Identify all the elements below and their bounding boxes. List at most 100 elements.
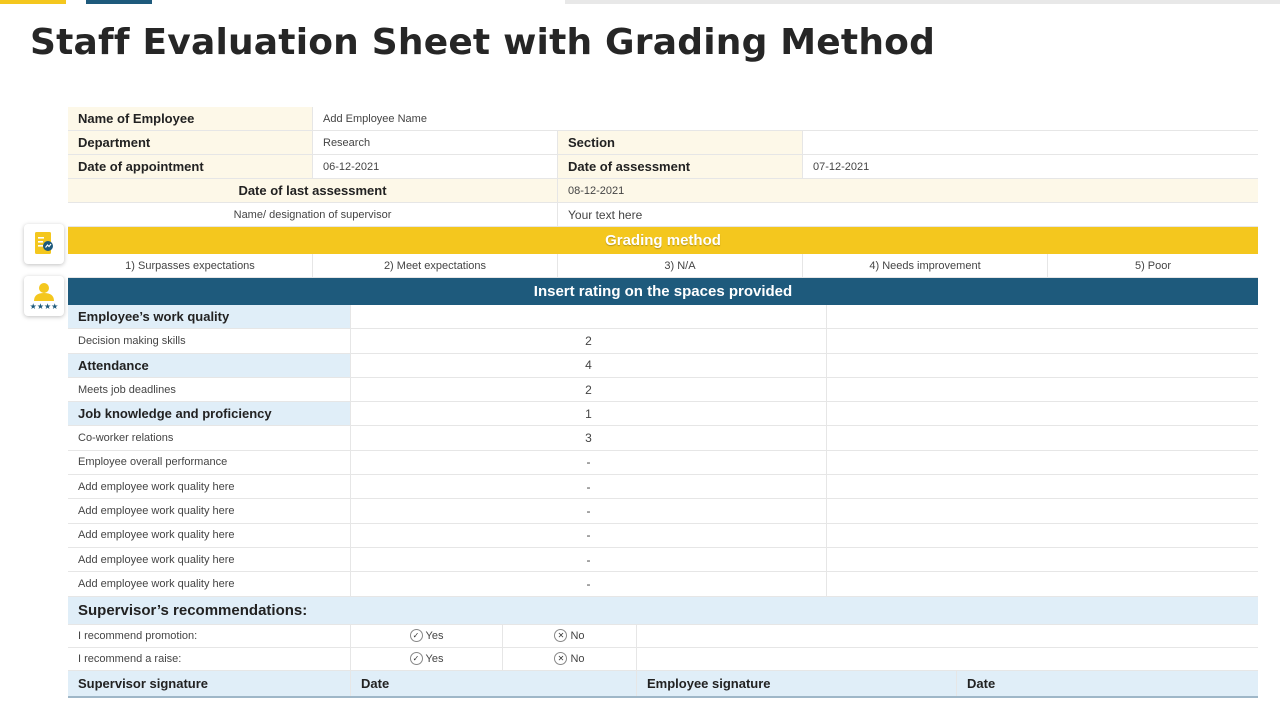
raise-no-option[interactable]: ✕ No <box>503 647 637 670</box>
rating-value-field[interactable]: 4 <box>351 353 827 377</box>
dates-row: Date of appointment 06-12-2021 Date of a… <box>68 155 1258 179</box>
promotion-notes <box>637 625 1258 647</box>
supervisor-field[interactable]: Your text here <box>558 203 1258 226</box>
rating-comment-field[interactable] <box>827 548 1258 571</box>
grading-method-header: Grading method <box>68 227 1258 254</box>
supervisor-date-field[interactable]: Date <box>351 670 637 696</box>
department-field[interactable]: Research <box>313 131 558 154</box>
grading-level: 2) Meet expectations <box>313 254 558 277</box>
evaluation-sheet: Name of Employee Add Employee Name Depar… <box>68 107 1258 698</box>
section-field[interactable] <box>803 131 1258 154</box>
last-assessment-field[interactable]: 08-12-2021 <box>558 179 1258 202</box>
page-title: Staff Evaluation Sheet with Grading Meth… <box>30 22 936 63</box>
signature-row: Supervisor signature Date Employee signa… <box>68 670 1258 698</box>
raise-label: I recommend a raise: <box>68 647 351 670</box>
rating-criterion: Add employee work quality here <box>68 499 351 523</box>
accent-bar-navy <box>86 0 152 4</box>
rating-comment-field[interactable] <box>827 426 1258 449</box>
rating-comment-field[interactable] <box>827 499 1258 522</box>
yes-label: Yes <box>425 652 444 665</box>
employee-name-row: Name of Employee Add Employee Name <box>68 107 1258 131</box>
rating-row: Add employee work quality here - <box>68 499 1258 524</box>
rating-criterion: Job knowledge and proficiency <box>68 402 351 426</box>
rating-criterion: Add employee work quality here <box>68 523 351 547</box>
department-label: Department <box>68 131 313 154</box>
employee-name-label: Name of Employee <box>68 107 313 130</box>
accent-bar-gray <box>565 0 1280 4</box>
rating-comment-field[interactable] <box>827 305 1258 328</box>
yes-label: Yes <box>425 629 444 642</box>
employee-name-field[interactable]: Add Employee Name <box>313 107 1258 130</box>
rating-criterion: Add employee work quality here <box>68 572 351 596</box>
rating-criterion: Co-worker relations <box>68 426 351 450</box>
recommendations-row: Supervisor’s recommendations: <box>68 596 1258 625</box>
rating-comment-field[interactable] <box>827 354 1258 377</box>
grading-level: 1) Surpasses expectations <box>68 254 313 277</box>
rating-criterion: Employee overall performance <box>68 450 351 475</box>
document-chart-icon <box>24 224 64 264</box>
rating-value-field[interactable]: - <box>351 547 827 572</box>
rating-comment-field[interactable] <box>827 451 1258 474</box>
rating-comment-field[interactable] <box>827 329 1258 352</box>
rating-value-field[interactable]: - <box>351 450 827 475</box>
rating-comment-field[interactable] <box>827 475 1258 498</box>
rating-value-field[interactable]: - <box>351 523 827 547</box>
rating-comment-field[interactable] <box>827 378 1258 401</box>
rating-value-field[interactable]: 1 <box>351 402 827 426</box>
rating-row: Add employee work quality here - <box>68 523 1258 548</box>
ratings-header: Insert rating on the spaces provided <box>68 278 1258 305</box>
rating-row: Decision making skills 2 <box>68 329 1258 354</box>
grading-level: 4) Needs improvement <box>803 254 1048 277</box>
rating-value-field[interactable]: - <box>351 475 827 499</box>
raise-row: I recommend a raise: ✓ Yes ✕ No <box>68 647 1258 671</box>
svg-text:★★★★: ★★★★ <box>30 302 58 311</box>
rating-row: Employee’s work quality <box>68 305 1258 330</box>
rating-comment-field[interactable] <box>827 572 1258 595</box>
rating-row: Attendance 4 <box>68 353 1258 378</box>
rating-row: Employee overall performance - <box>68 450 1258 476</box>
promotion-row: I recommend promotion: ✓ Yes ✕ No <box>68 624 1258 648</box>
no-label: No <box>570 652 585 665</box>
cross-icon: ✕ <box>554 652 568 666</box>
rating-row: Job knowledge and proficiency 1 <box>68 402 1258 427</box>
promotion-yes-option[interactable]: ✓ Yes <box>351 624 503 647</box>
section-label: Section <box>558 131 803 154</box>
rating-criterion: Attendance <box>68 353 351 377</box>
employee-signature-field[interactable]: Employee signature <box>637 670 957 696</box>
rating-value-field[interactable]: - <box>351 499 827 523</box>
promotion-label: I recommend promotion: <box>68 624 351 647</box>
assessment-date-field[interactable]: 07-12-2021 <box>803 155 1258 178</box>
employee-date-field[interactable]: Date <box>957 671 1258 696</box>
rating-criterion: Add employee work quality here <box>68 475 351 499</box>
rating-row: Add employee work quality here - <box>68 572 1258 597</box>
rating-criterion: Meets job deadlines <box>68 377 351 402</box>
rating-value-field[interactable]: 2 <box>351 377 827 402</box>
department-row: Department Research Section <box>68 131 1258 155</box>
promotion-no-option[interactable]: ✕ No <box>503 624 637 647</box>
check-icon: ✓ <box>409 629 423 643</box>
appointment-date-label: Date of appointment <box>68 155 313 178</box>
rating-value-field[interactable]: - <box>351 572 827 596</box>
rating-criterion: Employee’s work quality <box>68 305 351 329</box>
rating-value-field[interactable]: 2 <box>351 329 827 353</box>
supervisor-label: Name/ designation of supervisor <box>68 203 558 226</box>
supervisor-row: Name/ designation of supervisor Your tex… <box>68 203 1258 227</box>
appointment-date-field[interactable]: 06-12-2021 <box>313 155 558 178</box>
rating-value-field[interactable] <box>351 305 827 329</box>
rating-row: Add employee work quality here - <box>68 475 1258 500</box>
raise-yes-option[interactable]: ✓ Yes <box>351 647 503 670</box>
rating-comment-field[interactable] <box>827 524 1258 547</box>
grading-levels-row: 1) Surpasses expectations 2) Meet expect… <box>68 254 1258 278</box>
last-assessment-label: Date of last assessment <box>68 179 558 202</box>
supervisor-signature-field[interactable]: Supervisor signature <box>68 670 351 696</box>
rating-comment-field[interactable] <box>827 402 1258 425</box>
rating-criterion: Decision making skills <box>68 329 351 353</box>
no-label: No <box>570 629 585 642</box>
rating-row: Meets job deadlines 2 <box>68 377 1258 403</box>
grading-level: 5) Poor <box>1134 259 1172 272</box>
rating-value-field[interactable]: 3 <box>351 426 827 450</box>
check-icon: ✓ <box>409 652 423 666</box>
rating-row: Add employee work quality here - <box>68 547 1258 573</box>
cross-icon: ✕ <box>554 629 568 643</box>
employee-rating-icon: ★★★★ <box>24 276 64 316</box>
